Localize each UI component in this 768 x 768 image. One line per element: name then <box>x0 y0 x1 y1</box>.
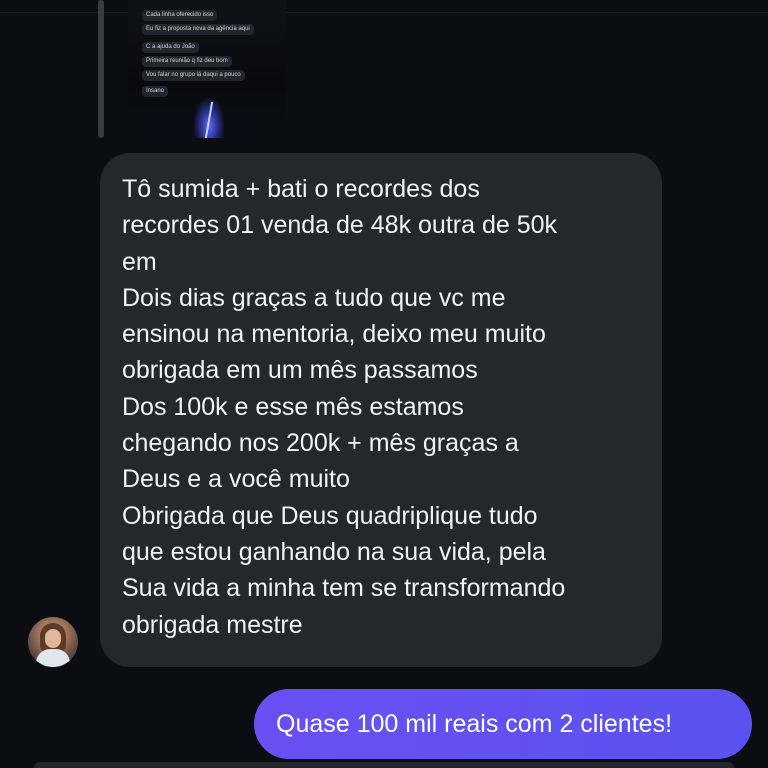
message-line: que estou ganhando na sua vida, pela <box>122 537 546 566</box>
sender-avatar[interactable] <box>28 617 78 667</box>
message-line: Deus e a você muito <box>122 465 350 494</box>
message-line: recordes 01 venda de 48k outra de 50k <box>122 211 558 240</box>
message-line: Sua vida a minha tem se transformando <box>122 574 566 603</box>
avatar-body <box>36 649 70 667</box>
message-line: em <box>122 247 157 276</box>
reply-indicator-bar <box>98 0 104 138</box>
message-line: Tô sumida + bati o recordes dos <box>122 175 480 203</box>
outgoing-message-text: Quase 100 mil reais com 2 clientes! <box>276 710 673 738</box>
avatar-face <box>45 629 61 648</box>
message-line: Dois dias graças a tudo que vc me <box>122 283 506 312</box>
thumbnail-message: C a ajuda do João <box>142 42 199 53</box>
message-line: Obrigada que Deus quadriplique tudo <box>122 501 538 530</box>
story-reply-thumbnail[interactable]: Cada linha oferecido isso Eu fiz a propo… <box>128 0 286 138</box>
thumbnail-message: Insano <box>142 86 169 97</box>
thumbnail-message: Cada linha oferecido isso <box>142 10 218 21</box>
outgoing-message-bubble[interactable]: Quase 100 mil reais com 2 clientes! <box>254 689 752 759</box>
thumbnail-message: Eu fiz a proposta nova da agência aqui <box>142 24 254 35</box>
message-line: chegando nos 200k + mês graças a <box>122 429 519 458</box>
incoming-message-bubble[interactable]: Tô sumida + bati o recordes dos recordes… <box>100 153 662 667</box>
next-message-bubble[interactable] <box>34 762 734 768</box>
thumbnail-message: Primeira reunião q fiz deu bom <box>142 56 232 67</box>
message-line: ensinou na mentoria, deixo meu muito <box>122 320 546 349</box>
message-line: obrigada mestre <box>122 610 303 639</box>
message-line: Dos 100k e esse mês estamos <box>122 392 464 421</box>
message-line: obrigada em um mês passamos <box>122 356 478 385</box>
top-divider <box>0 12 768 13</box>
thumbnail-message: Vou falar no grupo lá daqui a pouco <box>142 70 245 81</box>
